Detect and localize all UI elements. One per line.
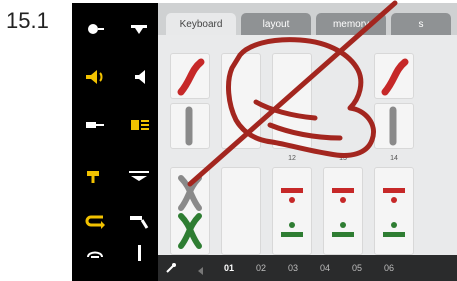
page-06[interactable]: 06 [384,263,394,273]
crane-icon[interactable] [124,163,154,187]
page-03[interactable]: 03 [288,263,298,273]
coupler-icon[interactable] [80,163,110,187]
tab-memory[interactable]: memory [316,13,386,35]
loop-icon[interactable] [80,241,110,265]
whistle-icon[interactable] [80,113,110,137]
switch-card-1-top[interactable] [170,53,210,99]
speaker-low-icon[interactable] [124,65,154,89]
tool-icon[interactable] [164,261,178,275]
main-panel: Keyboard layout memory s 12 13 14 01 02 … [158,3,457,281]
prev-page-icon[interactable] [196,263,206,281]
page-02[interactable]: 02 [256,263,266,273]
mid-label-5: 14 [390,155,398,162]
switch-card-5-bottom[interactable] [374,103,414,149]
signal-card-5[interactable] [374,167,414,255]
mid-label-3: 12 [288,155,296,162]
switch-card-5-top[interactable] [374,53,414,99]
arm-icon[interactable] [124,209,154,233]
switch-card-2[interactable] [221,53,261,149]
switch-card-3[interactable] [272,53,312,149]
signal-card-2[interactable] [221,167,261,255]
hook-icon[interactable] [80,209,110,233]
tab-layout[interactable]: layout [241,13,311,35]
page-01[interactable]: 01 [224,263,234,273]
function-rail [72,3,156,281]
page-bar: 01 02 03 04 05 06 [158,255,457,281]
switch-card-1-bottom[interactable] [170,103,210,149]
figure-step-number: 15.1 [6,8,49,33]
lamp-icon[interactable] [124,113,154,137]
double-slip-card[interactable] [170,167,210,255]
signal-card-4[interactable] [323,167,363,255]
device-screen: Keyboard layout memory s 12 13 14 01 02 … [72,3,457,281]
tab-s[interactable]: s [391,13,451,35]
tab-keyboard[interactable]: Keyboard [166,13,236,35]
sound-icon[interactable] [80,65,110,89]
lever-icon[interactable] [124,241,154,265]
light-icon[interactable] [80,17,110,41]
tab-bar: Keyboard layout memory s [158,13,457,35]
page-05[interactable]: 05 [352,263,362,273]
mid-label-4: 13 [339,155,347,162]
page-04[interactable]: 04 [320,263,330,273]
signal-card-3[interactable] [272,167,312,255]
horn-icon[interactable] [124,17,154,41]
keyboard-content: 12 13 14 [158,35,457,255]
